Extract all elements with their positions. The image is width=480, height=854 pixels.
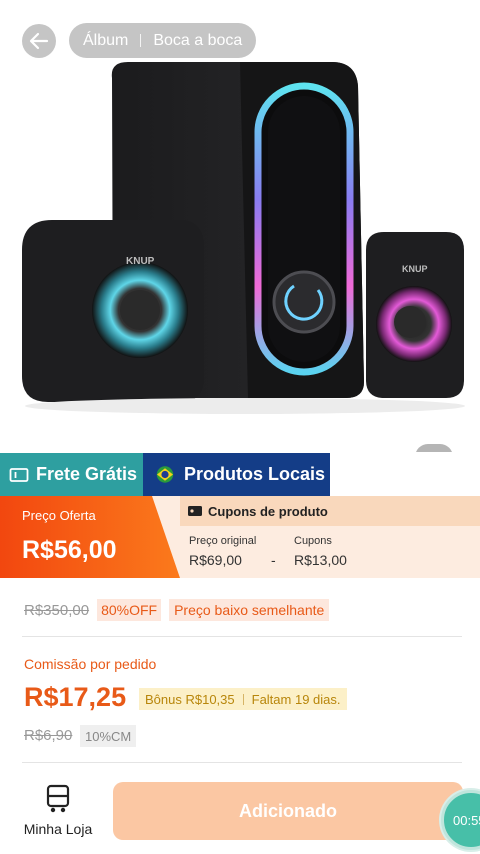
tab-separator — [140, 34, 142, 47]
coupons-value: R$13,00 — [294, 552, 347, 568]
offer-price: R$56,00 — [22, 536, 117, 564]
badge-frete-label: Frete Grátis — [36, 464, 138, 484]
arrow-left-icon — [29, 32, 49, 50]
divider — [22, 762, 462, 763]
product-gallery[interactable]: KNUP KNUP Álbum Boca a boca 1/8 — [0, 0, 480, 452]
old-price: R$350,00 — [24, 601, 90, 619]
brazil-flag-icon — [156, 466, 174, 483]
price-separator: - — [271, 552, 276, 568]
brand-label-right: KNUP — [402, 264, 428, 274]
commission-label: Comissão por pedido — [24, 656, 157, 672]
offer-label: Preço Oferta — [22, 508, 96, 523]
original-price-label: Preço original — [189, 535, 257, 547]
discount-badge: 80%OFF — [97, 599, 162, 621]
coupon-title: Cupons de produto — [208, 503, 328, 519]
offer-box: Preço Oferta R$56,00 — [0, 496, 180, 578]
my-store-button[interactable]: Minha Loja — [18, 784, 98, 842]
badge-frete-gratis: Frete Grátis — [0, 453, 143, 496]
back-button[interactable] — [22, 24, 56, 58]
divider — [22, 636, 462, 637]
product-image: KNUP KNUP — [22, 62, 465, 414]
commission-value: R$17,25 — [24, 682, 127, 712]
store-cart-icon — [46, 784, 70, 813]
added-button[interactable]: Adicionado — [113, 782, 463, 840]
bonus-chip: Bônus R$10,35 Faltam 19 dias. — [139, 688, 347, 710]
my-store-label: Minha Loja — [23, 821, 93, 837]
ticket-icon — [9, 467, 29, 482]
coupon-icon — [188, 506, 202, 516]
price-band: Preço Oferta R$56,00 Cupons de produto P… — [0, 496, 480, 578]
coupon-header[interactable]: Cupons de produto — [180, 496, 480, 526]
bonus-remaining: Faltam 19 dias. — [251, 691, 341, 707]
bonus-separator — [242, 693, 244, 705]
brand-label-left: KNUP — [126, 256, 155, 267]
commission-old-value: R$6,90 — [24, 727, 73, 744]
bonus-value: Bônus R$10,35 — [145, 691, 235, 707]
coupons-label: Cupons — [294, 535, 332, 547]
badge-produtos-locais: Produtos Locais — [143, 453, 330, 496]
commission-rate-badge: 10%CM — [80, 725, 137, 747]
original-price-value: R$69,00 — [189, 552, 242, 568]
image-counter: 1/8 — [415, 444, 454, 452]
price-comparison-row: R$350,00 80%OFF Preço baixo semelhante — [24, 598, 330, 622]
gallery-tabs: Álbum Boca a boca — [69, 23, 257, 58]
tab-boca-a-boca[interactable]: Boca a boca — [153, 32, 242, 50]
similar-price-badge[interactable]: Preço baixo semelhante — [169, 599, 330, 621]
badges-row: Frete Grátis Produtos Locais — [0, 453, 330, 496]
tab-album[interactable]: Álbum — [83, 32, 128, 50]
badge-local-label: Produtos Locais — [184, 464, 326, 484]
